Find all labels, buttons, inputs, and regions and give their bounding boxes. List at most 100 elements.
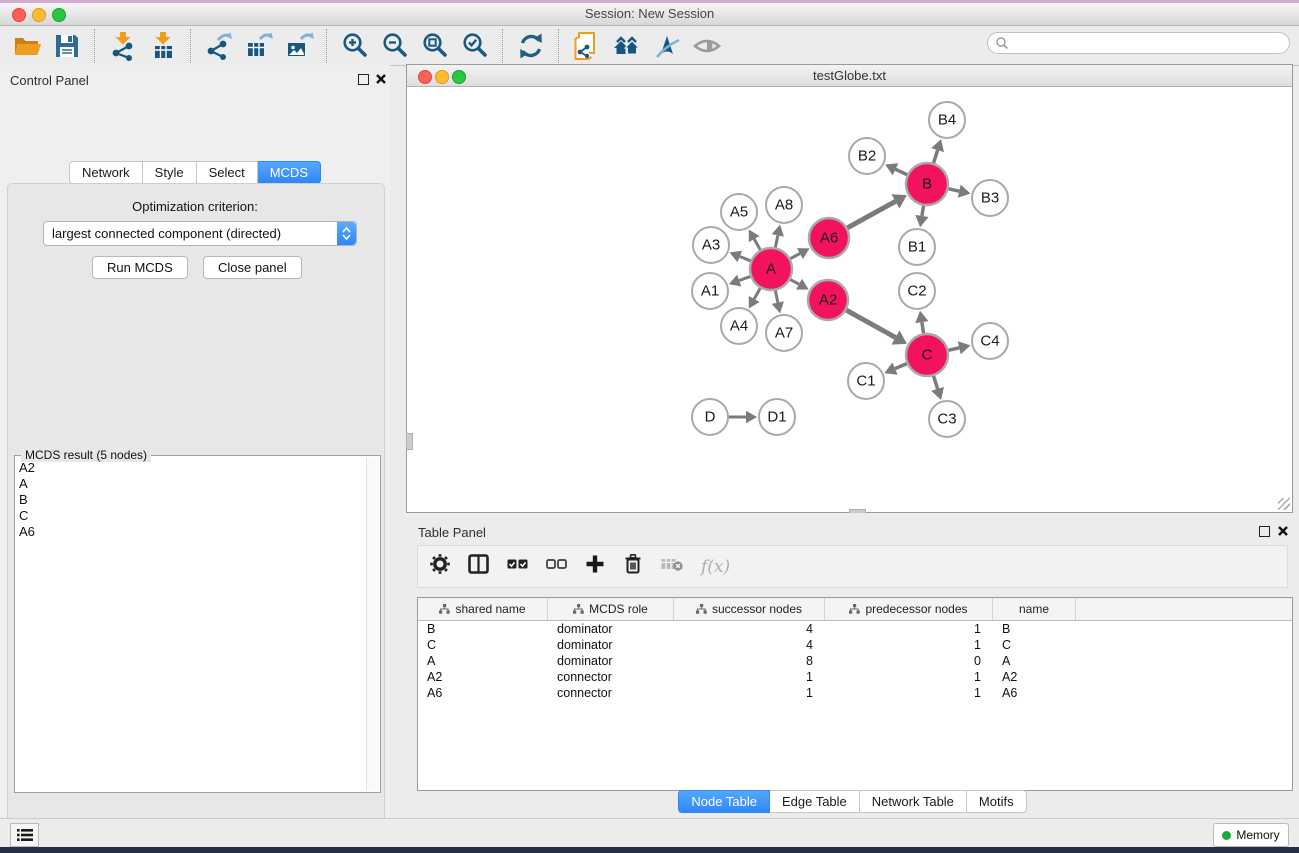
table-toolbar: f(x) (417, 545, 1288, 588)
close-panel-icon[interactable] (375, 73, 387, 85)
table-cell-shared-name: C (418, 638, 548, 652)
export-network-icon[interactable] (204, 31, 234, 61)
column-header-shared-name[interactable]: shared name (418, 598, 548, 620)
column-header-mcds-role[interactable]: MCDS role (548, 598, 674, 620)
table-row[interactable]: Adominator80A (418, 653, 1292, 669)
memory-button[interactable]: Memory (1213, 823, 1289, 847)
table-cell-name: C (993, 638, 1076, 652)
network-from-selection-icon[interactable] (572, 31, 602, 61)
apply-layout-icon[interactable] (612, 31, 642, 61)
result-list-item[interactable]: A6 (15, 524, 380, 540)
style-brush-icon[interactable] (652, 31, 682, 61)
optimization-criterion-label: Optimization criterion: (0, 199, 390, 214)
table-cell-mcds-role: connector (548, 686, 674, 700)
tab-node-table[interactable]: Node Table (678, 790, 770, 813)
control-panel-tabs: NetworkStyleSelectMCDS (0, 161, 390, 184)
zoom-in-icon[interactable] (340, 31, 370, 61)
table-row[interactable]: Bdominator41B (418, 621, 1292, 637)
search-input[interactable] (1009, 34, 1289, 52)
column-header-label: shared name (455, 602, 525, 616)
node-table: shared name MCDS rolesuccessor nodesprede… (417, 597, 1293, 791)
canvas-vertical-scroll-nub[interactable] (406, 433, 413, 450)
run-mcds-button[interactable]: Run MCDS (92, 256, 188, 279)
graph-edge-B-B4[interactable] (933, 150, 938, 165)
zoom-fit-icon[interactable] (420, 31, 450, 61)
graph-node-label-A7: A7 (775, 325, 793, 342)
tab-network-table[interactable]: Network Table (860, 790, 967, 813)
table-row[interactable]: Cdominator41C (418, 637, 1292, 653)
graph-edge-A2-C[interactable] (845, 309, 896, 337)
refresh-icon[interactable] (516, 31, 546, 61)
save-session-icon[interactable] (52, 31, 82, 61)
table-cell-shared-name: A (418, 654, 548, 668)
control-panel: Control Panel NetworkStyleSelectMCDS Opt… (0, 65, 390, 818)
main-titlebar[interactable]: Session: New Session (0, 3, 1299, 26)
minimize-window-button[interactable] (32, 8, 46, 22)
memory-label: Memory (1236, 828, 1279, 842)
search-icon (995, 36, 1009, 50)
import-table-icon[interactable] (148, 31, 178, 61)
network-minimize-button[interactable] (435, 70, 449, 84)
export-table-icon[interactable] (244, 31, 274, 61)
select-all-columns-icon[interactable] (507, 554, 528, 579)
graph-edge-C-C3[interactable] (933, 374, 938, 389)
table-panel-tabs: Node TableEdge TableNetwork TableMotifs (406, 790, 1299, 813)
column-selector-icon[interactable] (468, 554, 489, 579)
close-panel-button[interactable]: Close panel (203, 256, 302, 279)
close-window-button[interactable] (12, 8, 26, 22)
result-scrollbar[interactable] (366, 457, 379, 791)
deselect-all-columns-icon[interactable] (546, 554, 567, 579)
settings-gear-icon[interactable] (430, 554, 450, 579)
zoom-out-icon[interactable] (380, 31, 410, 61)
table-cell-shared-name: A2 (418, 670, 548, 684)
zoom-window-button[interactable] (52, 8, 66, 22)
column-header-predecessor-nodes[interactable]: predecessor nodes (825, 598, 993, 620)
add-column-icon[interactable] (585, 554, 605, 579)
export-image-icon[interactable] (284, 31, 314, 61)
tab-network[interactable]: Network (69, 161, 143, 184)
network-close-button[interactable] (418, 70, 432, 84)
table-cell-shared-name: B (418, 622, 548, 636)
table-cell-name: A2 (993, 670, 1076, 684)
table-float-icon[interactable] (1259, 526, 1270, 537)
network-window-titlebar[interactable]: testGlobe.txt (407, 65, 1292, 87)
result-list-item[interactable]: B (15, 492, 380, 508)
result-list-item[interactable]: C (15, 508, 380, 524)
graph-edge-arrowhead (772, 225, 784, 237)
zoom-selected-icon[interactable] (460, 31, 490, 61)
network-zoom-button[interactable] (452, 70, 466, 84)
list-icon (17, 828, 33, 842)
tab-motifs[interactable]: Motifs (967, 790, 1027, 813)
window-resize-grip[interactable] (1278, 498, 1290, 510)
graph-node-label-A3: A3 (702, 237, 720, 254)
float-panel-icon[interactable] (358, 74, 369, 85)
function-builder-icon[interactable]: f(x) (701, 557, 730, 577)
import-network-icon[interactable] (108, 31, 138, 61)
tab-select[interactable]: Select (197, 161, 258, 184)
result-list-item[interactable]: A (15, 476, 380, 492)
graph-edge-A6-B[interactable] (846, 201, 896, 228)
column-header-name[interactable]: name (993, 598, 1076, 620)
delete-column-icon[interactable] (623, 554, 643, 579)
table-row[interactable]: A2connector11A2 (418, 669, 1292, 685)
search-field[interactable] (987, 32, 1290, 54)
column-tree-icon (849, 604, 860, 614)
table-row[interactable]: A6connector11A6 (418, 685, 1292, 701)
table-close-icon[interactable] (1277, 525, 1289, 537)
show-hide-graphics-icon[interactable] (692, 31, 722, 61)
graph-node-label-B3: B3 (981, 190, 999, 207)
task-history-button[interactable] (10, 823, 39, 847)
table-cell-name: A6 (993, 686, 1076, 700)
open-file-icon[interactable] (12, 31, 42, 61)
table-panel: Table Panel f(x) (406, 513, 1299, 818)
graph-node-label-C1: C1 (856, 373, 875, 390)
tab-edge-table[interactable]: Edge Table (770, 790, 860, 813)
column-header-successor-nodes[interactable]: successor nodes (674, 598, 825, 620)
tab-style[interactable]: Style (143, 161, 197, 184)
tab-mcds[interactable]: MCDS (258, 161, 321, 184)
desktop-wallpaper-bottom (0, 847, 1299, 853)
delete-table-icon[interactable] (661, 555, 683, 578)
result-list-item[interactable]: A2 (15, 460, 380, 476)
optimization-criterion-dropdown[interactable]: largest connected component (directed) (43, 221, 357, 246)
network-canvas-svg[interactable]: AA1A2A3A4A5A6A7A8BB1B2B3B4CC1C2C3C4DD1 (407, 87, 1292, 512)
